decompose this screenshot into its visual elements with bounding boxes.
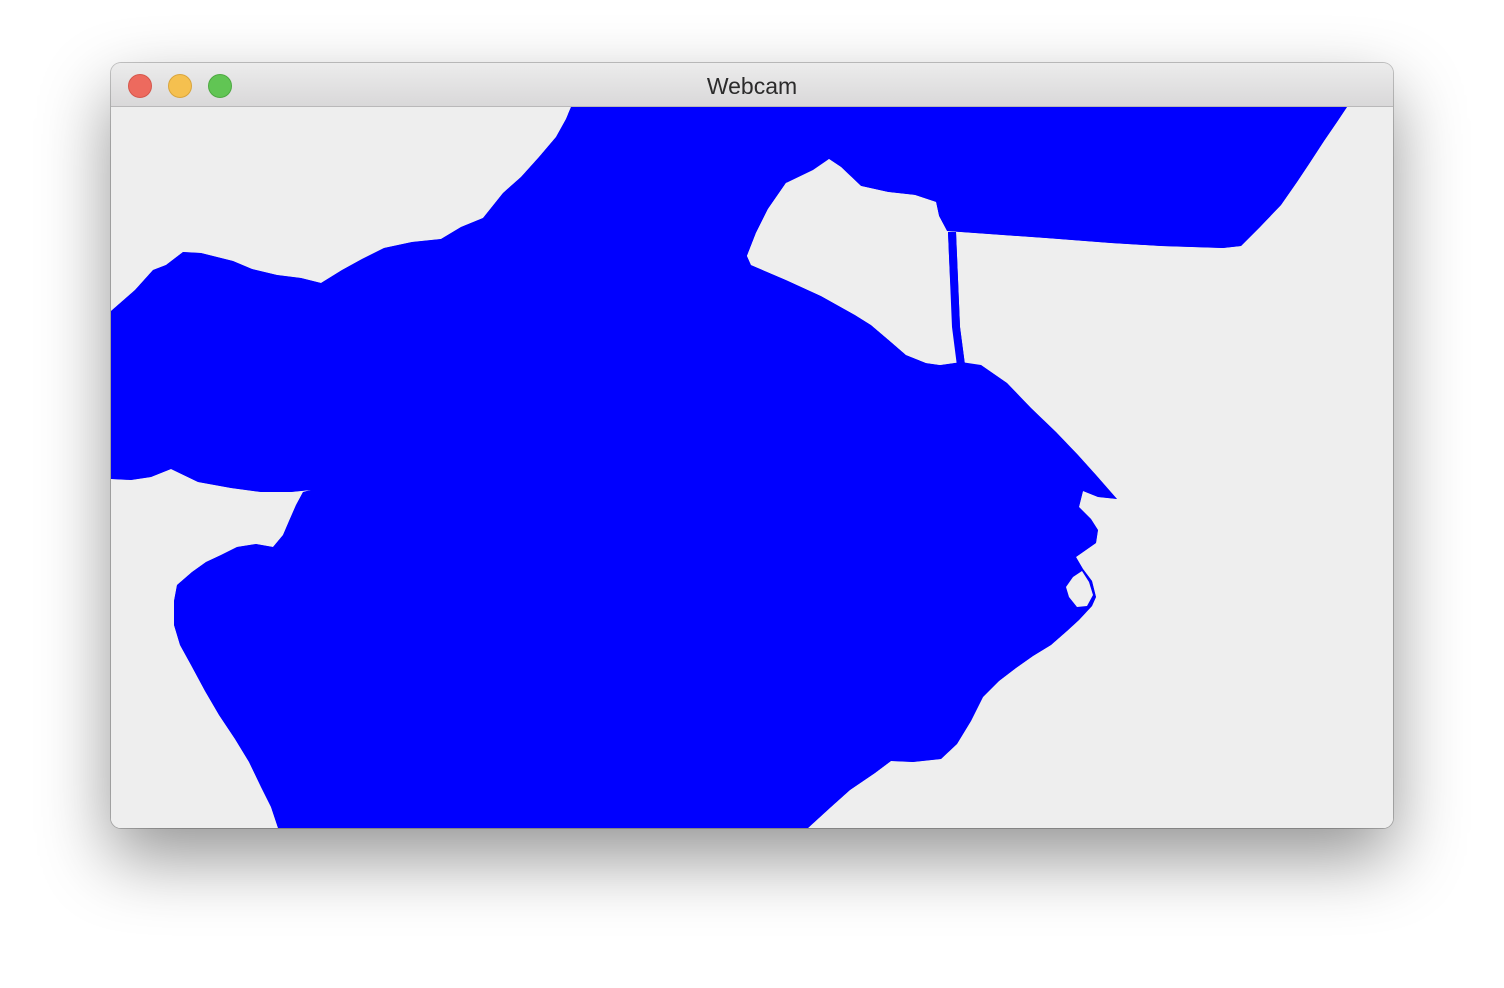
window-title: Webcam bbox=[706, 73, 798, 99]
title-bar[interactable]: Webcam bbox=[111, 63, 1393, 107]
blue-mask-image bbox=[111, 107, 1393, 828]
webcam-frame bbox=[111, 107, 1393, 828]
webcam-window: Webcam bbox=[111, 63, 1393, 828]
